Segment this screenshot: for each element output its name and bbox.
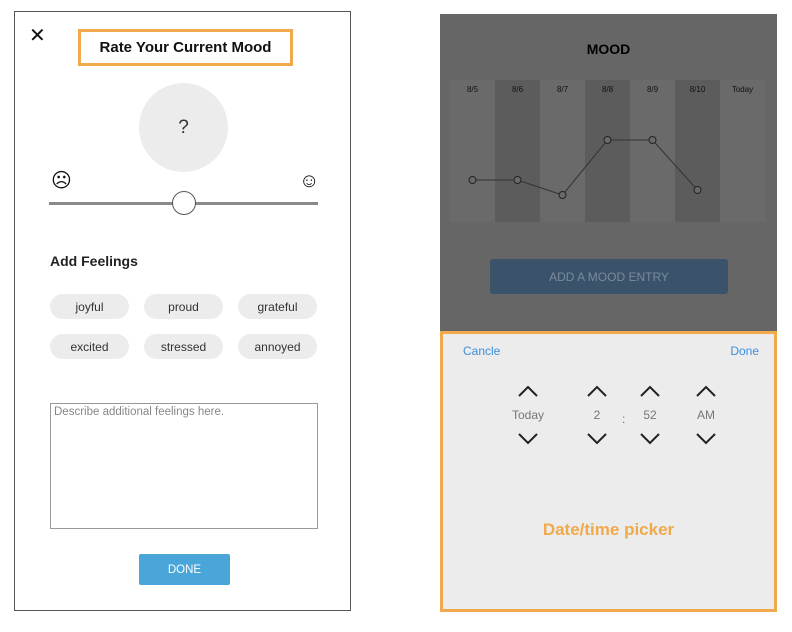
mood-title: MOOD bbox=[586, 41, 631, 57]
chart-day-label: 8/6 bbox=[512, 85, 524, 94]
chart-day-column bbox=[450, 80, 495, 222]
chart-day-label: 8/5 bbox=[467, 85, 479, 94]
chart-day-label: 8/9 bbox=[647, 85, 659, 94]
page-title: Rate Your Current Mood bbox=[78, 29, 293, 66]
time-separator: : bbox=[622, 412, 626, 426]
picker-hour-value: 2 bbox=[593, 408, 601, 422]
mood-data-point bbox=[603, 136, 612, 144]
chevron-up-icon[interactable] bbox=[695, 384, 717, 398]
mood-value: ? bbox=[178, 116, 189, 138]
picker-hour-column[interactable]: 2 bbox=[577, 384, 617, 446]
feeling-chip-excited[interactable]: excited bbox=[50, 334, 129, 359]
chart-day-column bbox=[540, 80, 585, 222]
chevron-down-icon[interactable] bbox=[586, 432, 608, 446]
picker-cancel-button[interactable]: Cancle bbox=[463, 344, 500, 358]
feeling-chip-grateful[interactable]: grateful bbox=[238, 294, 317, 319]
chart-day-column bbox=[630, 80, 675, 222]
feeling-chip-annoyed[interactable]: annoyed bbox=[238, 334, 317, 359]
close-icon[interactable]: ✕ bbox=[29, 26, 46, 46]
chart-day-column bbox=[585, 80, 630, 222]
mood-history-screen: MOOD 8/5 8/6 8/7 8/8 8/9 8/10 Today ADD A MOOD… bbox=[440, 14, 777, 612]
mood-data-point bbox=[468, 176, 477, 184]
mood-rating-screen: ✕ Rate Your Current Mood ? ☹ ☺ Add Feeli… bbox=[14, 11, 351, 611]
chevron-down-icon[interactable] bbox=[695, 432, 717, 446]
picker-ampm-value: AM bbox=[697, 408, 715, 422]
mood-data-point bbox=[648, 136, 657, 144]
chevron-down-icon[interactable] bbox=[517, 432, 539, 446]
chevron-up-icon[interactable] bbox=[586, 384, 608, 398]
picker-done-button[interactable]: Done bbox=[730, 344, 759, 358]
feeling-chip-proud[interactable]: proud bbox=[144, 294, 223, 319]
mood-data-point bbox=[693, 186, 702, 194]
mood-slider-thumb[interactable] bbox=[171, 191, 196, 215]
picker-minute-value: 52 bbox=[643, 408, 657, 422]
sad-face-icon: ☹ bbox=[51, 170, 72, 192]
mood-indicator: ? bbox=[139, 83, 228, 172]
dimmed-overlay: MOOD 8/5 8/6 8/7 8/8 8/9 8/10 Today ADD A MOOD… bbox=[440, 14, 777, 332]
chart-day-column bbox=[675, 80, 720, 222]
add-feelings-heading: Add Feelings bbox=[50, 253, 138, 269]
chevron-up-icon[interactable] bbox=[517, 384, 539, 398]
chevron-down-icon[interactable] bbox=[639, 432, 661, 446]
chevron-up-icon[interactable] bbox=[639, 384, 661, 398]
mood-data-point bbox=[513, 176, 522, 184]
done-button[interactable]: DONE bbox=[139, 554, 230, 585]
chart-day-column bbox=[720, 80, 765, 222]
chart-day-label: Today bbox=[732, 85, 753, 94]
picker-minute-column[interactable]: 52 bbox=[630, 384, 670, 446]
chart-day-label: 8/7 bbox=[557, 85, 569, 94]
picker-day-column[interactable]: Today bbox=[508, 384, 548, 446]
chart-day-column bbox=[495, 80, 540, 222]
mood-chart: 8/5 8/6 8/7 8/8 8/9 8/10 Today bbox=[450, 80, 765, 222]
date-time-picker: Cancle Done Today 2 : 52 AM Date/time pi… bbox=[440, 331, 777, 612]
chart-day-label: 8/10 bbox=[690, 85, 706, 94]
feeling-chip-joyful[interactable]: joyful bbox=[50, 294, 129, 319]
picker-ampm-column[interactable]: AM bbox=[686, 384, 726, 446]
chart-day-label: 8/8 bbox=[602, 85, 614, 94]
picker-annotation: Date/time picker bbox=[542, 520, 675, 539]
mood-data-point bbox=[558, 191, 567, 199]
happy-face-icon: ☺ bbox=[299, 170, 320, 192]
picker-day-value: Today bbox=[511, 408, 545, 422]
add-mood-entry-button[interactable]: ADD A MOOD ENTRY bbox=[490, 259, 728, 294]
feelings-notes-field[interactable] bbox=[50, 403, 318, 529]
feeling-chip-stressed[interactable]: stressed bbox=[144, 334, 223, 359]
